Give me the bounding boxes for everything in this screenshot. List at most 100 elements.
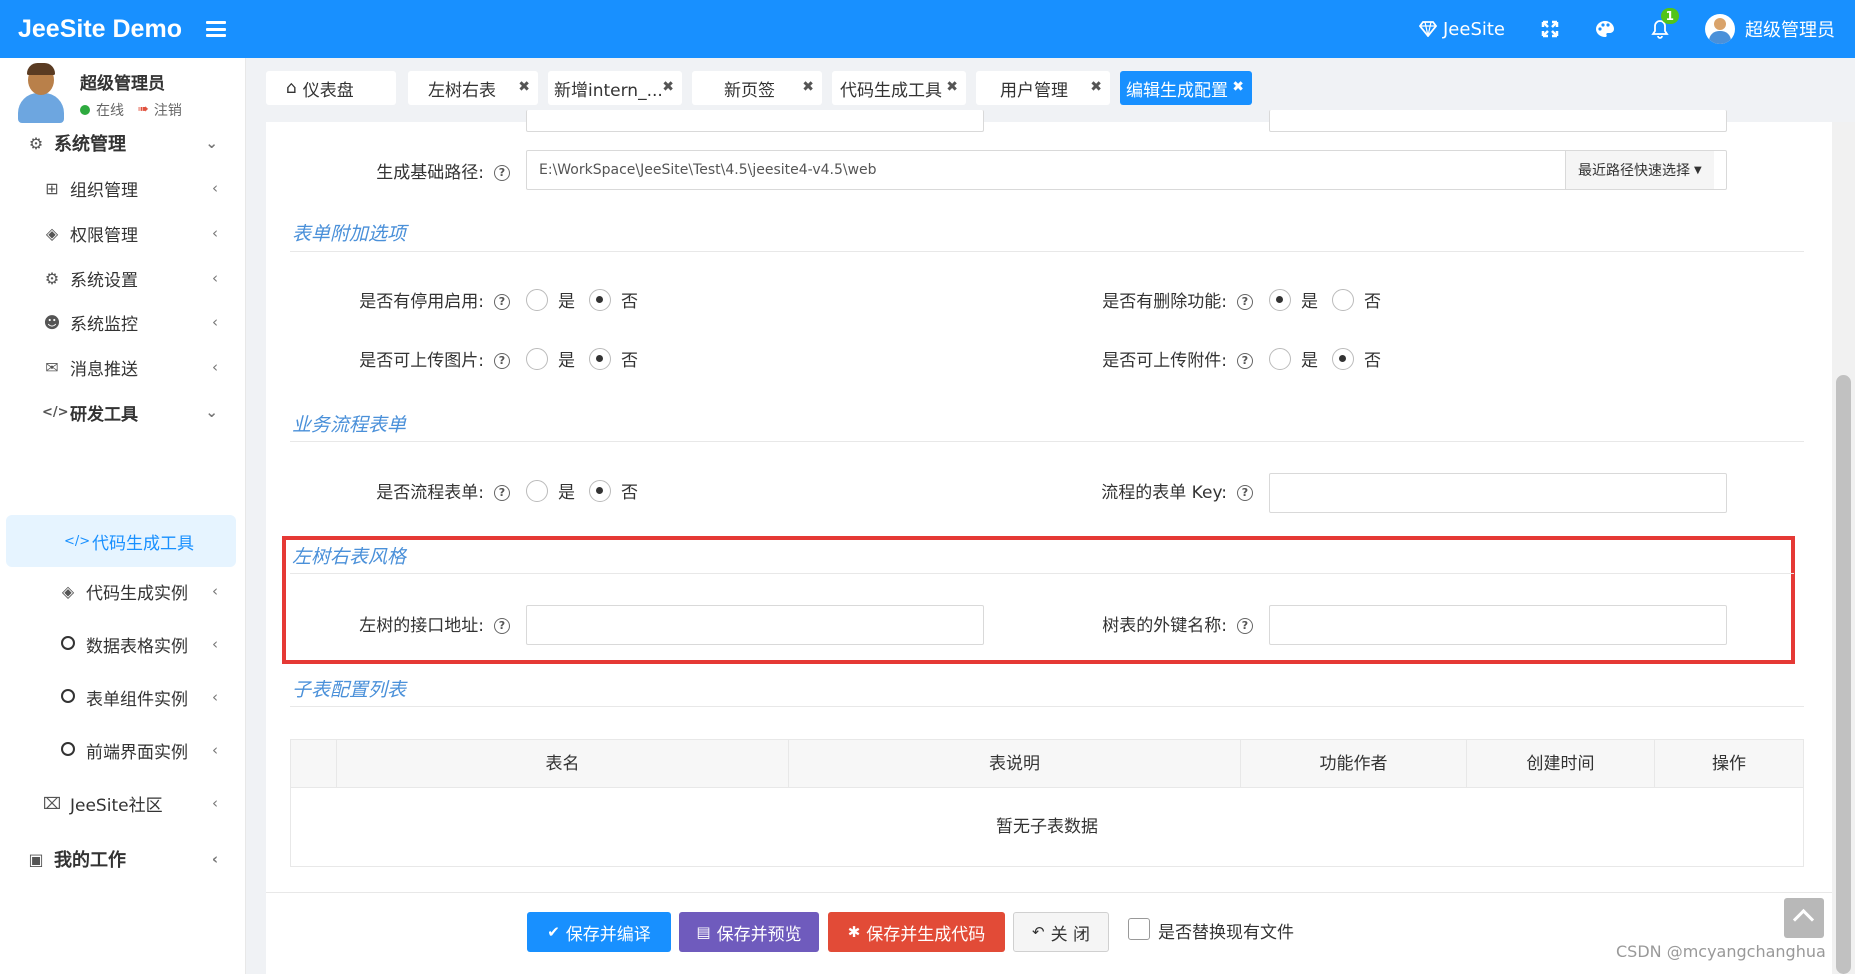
jeesite-link[interactable]: JeeSite bbox=[1401, 0, 1523, 58]
tab-label: 新页签 bbox=[724, 80, 775, 101]
tab-add-intern[interactable]: 新增intern_... ✖ bbox=[548, 71, 682, 105]
sidebar-item-codegen-tool[interactable]: </> 代码生成工具 bbox=[6, 515, 236, 567]
radio-no[interactable] bbox=[1332, 288, 1354, 311]
cut-off-input-left[interactable] bbox=[526, 110, 984, 132]
replace-files-checkbox[interactable] bbox=[1128, 918, 1150, 940]
cut-off-input-right[interactable] bbox=[1269, 110, 1727, 132]
table-header-cell: 功能作者 bbox=[1240, 740, 1466, 788]
disable-label-wrap: 是否有停用启用:? bbox=[300, 287, 510, 312]
palette-icon bbox=[1596, 21, 1615, 37]
radio-no-label: 否 bbox=[621, 292, 638, 312]
base-path-label: 生成基础路径: bbox=[376, 163, 484, 183]
logout-link[interactable]: 注销 bbox=[154, 100, 182, 120]
sidebar-item-label: 组织管理 bbox=[70, 180, 138, 201]
radio-yes[interactable] bbox=[526, 479, 548, 502]
close-icon[interactable]: ✖ bbox=[946, 79, 958, 95]
close-icon[interactable]: ✖ bbox=[802, 79, 814, 95]
close-icon[interactable]: ✖ bbox=[1232, 79, 1244, 95]
scrollbar-thumb[interactable] bbox=[1836, 375, 1851, 974]
divider bbox=[290, 251, 1804, 252]
delete-label: 是否有删除功能: bbox=[1102, 292, 1227, 312]
quick-path-select-button[interactable]: 最近路径快速选择 ▼ bbox=[1565, 151, 1714, 189]
radio-no-label: 否 bbox=[621, 351, 638, 371]
sidebar-item-form-example[interactable]: 表单组件实例 ‹ bbox=[0, 672, 246, 722]
chevron-left-icon: ‹ bbox=[212, 269, 218, 287]
tab-codegen-tool[interactable]: 代码生成工具 ✖ bbox=[832, 71, 966, 105]
sidebar-item-my-work[interactable]: ▣ 我的工作 ‹ bbox=[0, 834, 246, 884]
grid-icon: ⊞ bbox=[45, 178, 59, 198]
tab-dashboard[interactable]: ⌂ 仪表盘 bbox=[266, 71, 396, 105]
tree-fk-input[interactable] bbox=[1269, 605, 1727, 645]
sidebar-item-monitor[interactable]: ☻ 系统监控 ‹ bbox=[0, 297, 246, 347]
sidebar-item-message[interactable]: ✉ 消息推送 ‹ bbox=[0, 342, 246, 392]
tab-new-page[interactable]: 新页签 ✖ bbox=[692, 71, 822, 105]
save-preview-label: 保存并预览 bbox=[716, 924, 802, 945]
upload-image-label-wrap: 是否可上传图片:? bbox=[300, 346, 510, 371]
theme-button[interactable] bbox=[1577, 0, 1633, 58]
sidebar-item-community[interactable]: ⌧ JeeSite社区 ‹ bbox=[0, 778, 246, 828]
flow-key-input[interactable] bbox=[1269, 473, 1727, 513]
table-header: 表名 表说明 功能作者 创建时间 操作 bbox=[291, 740, 1803, 788]
close-icon[interactable]: ✖ bbox=[662, 79, 674, 95]
help-icon[interactable]: ? bbox=[494, 294, 510, 310]
sidebar-item-org[interactable]: ⊞ 组织管理 ‹ bbox=[0, 163, 246, 213]
sidebar-item-label: JeeSite社区 bbox=[70, 795, 163, 816]
help-icon[interactable]: ? bbox=[494, 165, 510, 181]
hamburger-menu-icon[interactable] bbox=[205, 21, 226, 37]
help-icon[interactable]: ? bbox=[1237, 353, 1253, 369]
help-icon[interactable]: ? bbox=[1237, 618, 1253, 634]
ghost-icon: ☻ bbox=[43, 312, 61, 332]
radio-yes[interactable] bbox=[526, 347, 548, 370]
sidebar-item-frontend-example[interactable]: 前端界面实例 ‹ bbox=[0, 725, 246, 775]
radio-yes[interactable] bbox=[526, 288, 548, 311]
close-icon[interactable]: ✖ bbox=[1090, 79, 1102, 95]
help-icon[interactable]: ? bbox=[1237, 294, 1253, 310]
radio-no[interactable] bbox=[1332, 347, 1354, 370]
caret-down-icon: ▼ bbox=[1694, 164, 1702, 176]
radio-no[interactable] bbox=[589, 347, 611, 370]
disable-radio-group: 是 否 bbox=[526, 287, 652, 312]
radio-yes[interactable] bbox=[1269, 347, 1291, 370]
help-icon[interactable]: ? bbox=[494, 618, 510, 634]
bug-icon: ✱ bbox=[847, 923, 861, 941]
chevron-left-icon: ‹ bbox=[211, 850, 218, 868]
notification-button[interactable]: 1 bbox=[1633, 0, 1687, 58]
tree-api-input[interactable] bbox=[526, 605, 984, 645]
radio-no[interactable] bbox=[589, 479, 611, 502]
home-icon: ⌂ bbox=[286, 78, 297, 98]
tab-user-management[interactable]: 用户管理 ✖ bbox=[976, 71, 1110, 105]
tab-tree-table[interactable]: 左树右表 ✖ bbox=[408, 71, 538, 105]
help-icon[interactable]: ? bbox=[1237, 485, 1253, 501]
brand-title[interactable]: JeeSite Demo bbox=[18, 15, 182, 44]
save-generate-button[interactable]: ✱ 保存并生成代码 bbox=[828, 912, 1005, 952]
table-header-cell: 表名 bbox=[336, 740, 788, 788]
close-icon[interactable]: ✖ bbox=[518, 79, 530, 95]
back-to-top-button[interactable] bbox=[1784, 898, 1824, 938]
sidebar-item-system-management[interactable]: ⚙ 系统管理 ⌄ bbox=[0, 118, 246, 168]
radio-no[interactable] bbox=[589, 288, 611, 311]
sidebar-item-settings[interactable]: ⚙ 系统设置 ‹ bbox=[0, 253, 246, 303]
user-menu[interactable]: 超级管理员 bbox=[1687, 0, 1855, 58]
logout-icon[interactable]: ➠ bbox=[138, 102, 149, 117]
tab-label: 仪表盘 bbox=[302, 80, 354, 101]
radio-yes[interactable] bbox=[1269, 288, 1291, 311]
flow-label: 是否流程表单: bbox=[376, 483, 484, 503]
help-icon[interactable]: ? bbox=[494, 485, 510, 501]
save-compile-button[interactable]: ✔ 保存并编译 bbox=[527, 912, 671, 952]
inbox-icon: ✉ bbox=[45, 357, 59, 377]
close-button[interactable]: ↶ 关 闭 bbox=[1013, 912, 1109, 952]
base-path-input[interactable]: E:\WorkSpace\JeeSite\Test\4.5\jeesite4-v… bbox=[526, 150, 1727, 190]
save-preview-button[interactable]: ▤ 保存并预览 bbox=[679, 912, 819, 952]
tab-edit-gen-config[interactable]: 编辑生成配置 ✖ bbox=[1120, 71, 1252, 105]
sidebar-item-dev-tools[interactable]: </> 研发工具 ⌄ bbox=[0, 387, 246, 437]
help-icon[interactable]: ? bbox=[494, 353, 510, 369]
fullscreen-button[interactable] bbox=[1523, 0, 1577, 58]
close-label: 关 闭 bbox=[1050, 924, 1090, 945]
sidebar-item-permission[interactable]: ◈ 权限管理 ‹ bbox=[0, 208, 246, 258]
sidebar-item-datatable-example[interactable]: 数据表格实例 ‹ bbox=[0, 619, 246, 669]
section-flow-form: 业务流程表单 bbox=[292, 414, 407, 436]
reply-icon: ↶ bbox=[1032, 923, 1045, 941]
sidebar-item-codegen-example[interactable]: ◈ 代码生成实例 ‹ bbox=[0, 566, 246, 616]
sidebar-item-label: 系统设置 bbox=[70, 270, 138, 291]
chevron-left-icon: ‹ bbox=[212, 179, 218, 197]
